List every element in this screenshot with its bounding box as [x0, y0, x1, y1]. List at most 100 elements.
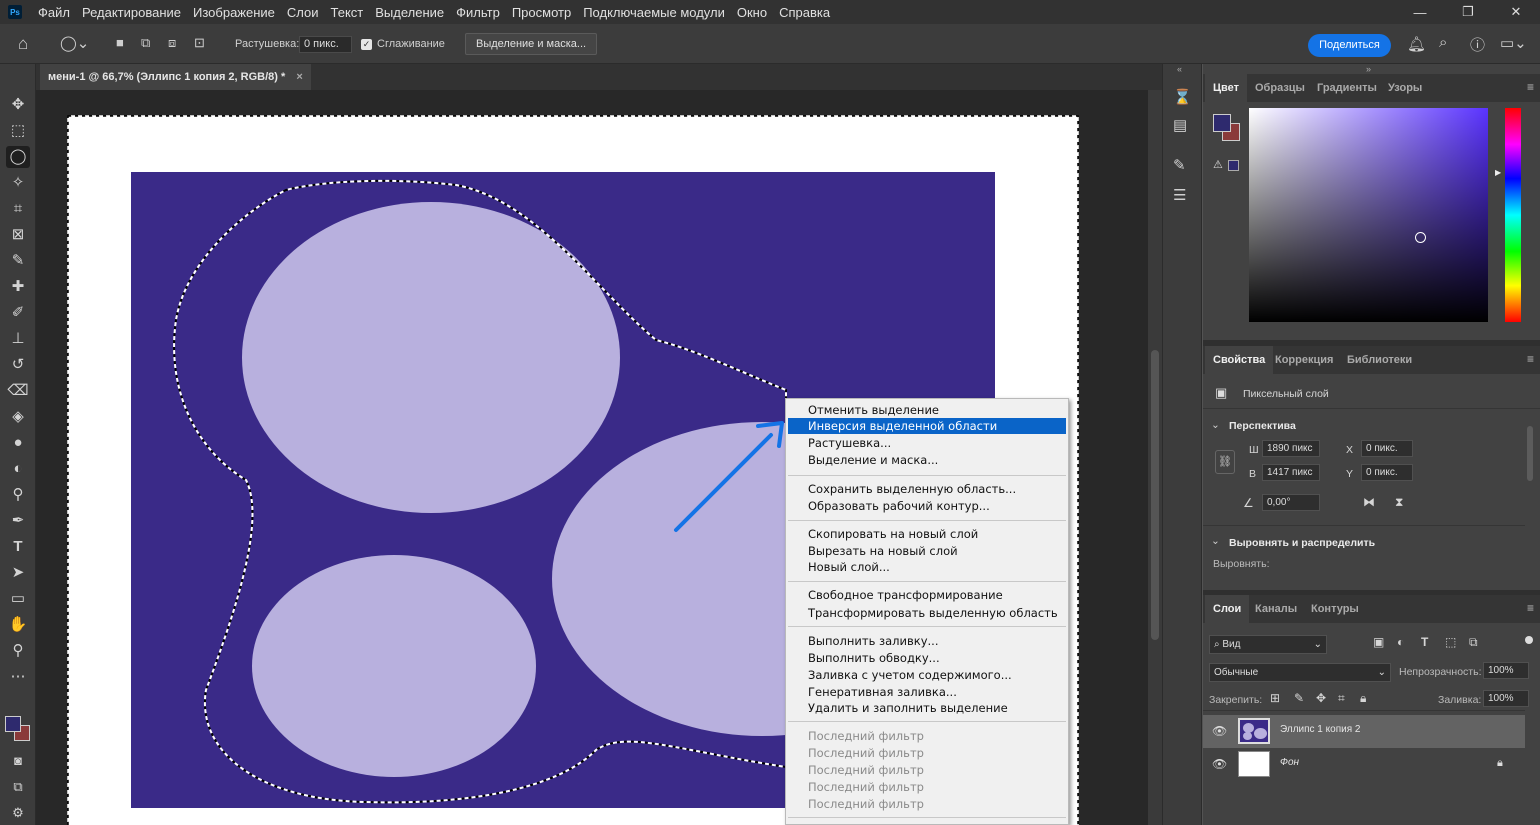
menu-feather[interactable]: Растушевка...	[788, 435, 1066, 451]
lock-pixels-icon[interactable]: ✎	[1294, 691, 1304, 705]
visibility-eye-icon[interactable]: 👁︎	[1212, 724, 1227, 738]
home-icon[interactable]: ⌂	[18, 34, 28, 54]
adjustments-panel-icon[interactable]: ☰	[1173, 186, 1186, 204]
lock-transparent-icon[interactable]: ⊞	[1270, 691, 1280, 705]
dodge-tool-icon[interactable]: ◐	[6, 458, 30, 480]
menu-plugins[interactable]: Подключаемые модули	[577, 5, 731, 20]
scrollbar-thumb[interactable]	[1151, 350, 1159, 640]
menu-deselect[interactable]: Отменить выделение	[788, 402, 1066, 418]
menu-select[interactable]: Выделение	[369, 5, 450, 20]
menu-save-selection[interactable]: Сохранить выделенную область...	[788, 481, 1066, 497]
hue-slider[interactable]	[1505, 108, 1521, 322]
menu-image[interactable]: Изображение	[187, 5, 281, 20]
eyedropper-icon[interactable]: ✎	[6, 250, 30, 272]
workspace-icon[interactable]: ▭⌄	[1500, 34, 1527, 52]
lock-artboard-icon[interactable]: ⌗	[1338, 691, 1345, 706]
antialias-checkbox[interactable]: ✓	[361, 39, 372, 50]
filter-smart-object-icon[interactable]: ⧉	[1469, 635, 1478, 650]
vertical-scrollbar[interactable]	[1148, 90, 1162, 825]
link-icon[interactable]: ⛓	[1215, 450, 1235, 474]
extra-tool-icon[interactable]: ⚙	[6, 802, 30, 824]
panel-menu-icon[interactable]: ≡	[1527, 80, 1534, 94]
path-select-icon[interactable]: ➤	[6, 562, 30, 584]
marquee-tool-icon[interactable]: ⬚	[6, 120, 30, 142]
tab-libraries[interactable]: Библиотеки	[1339, 346, 1420, 374]
lasso-tool-icon[interactable]: ◯	[6, 146, 30, 168]
more-tools-icon[interactable]: ⋯	[6, 666, 30, 688]
menu-window[interactable]: Окно	[731, 5, 773, 20]
menu-fill[interactable]: Выполнить заливку...	[788, 633, 1066, 649]
add-selection-icon[interactable]: ⧉	[141, 35, 150, 51]
angle-input[interactable]: 0,00°	[1262, 494, 1320, 511]
close-window-button[interactable]: ✕	[1492, 0, 1540, 24]
filter-pixel-icon[interactable]: ▣	[1373, 635, 1384, 649]
filter-toggle-icon[interactable]	[1525, 636, 1533, 644]
select-and-mask-button[interactable]: Выделение и маска...	[465, 33, 598, 55]
brush-settings-icon[interactable]: ✎	[1173, 156, 1186, 174]
tab-swatches[interactable]: Образцы	[1247, 74, 1313, 102]
move-tool-icon[interactable]: ✥	[6, 94, 30, 116]
new-selection-icon[interactable]: ■	[116, 35, 124, 50]
menu-help[interactable]: Справка	[773, 5, 836, 20]
gamut-color-chip[interactable]	[1228, 160, 1239, 171]
menu-content-aware-fill[interactable]: Заливка с учетом содержимого...	[788, 667, 1066, 683]
lasso-preset-icon[interactable]: ◯⌄	[60, 34, 89, 52]
filter-shape-icon[interactable]: ⬚	[1445, 635, 1456, 649]
intersect-selection-icon[interactable]: ⊡	[194, 35, 205, 51]
tab-gradients[interactable]: Градиенты	[1309, 74, 1385, 102]
menu-edit[interactable]: Редактирование	[76, 5, 187, 20]
color-picker-field[interactable]	[1249, 108, 1488, 322]
screen-mode-icon[interactable]: ⧉	[6, 776, 30, 798]
x-input[interactable]: 0 пикс.	[1361, 440, 1413, 457]
layer-row[interactable]: 👁︎ Фон 🔒︎	[1203, 748, 1525, 781]
flip-vertical-icon[interactable]: ⧗	[1395, 495, 1403, 510]
align-section-title[interactable]: Выровнять и распределить	[1229, 537, 1375, 549]
menu-filter[interactable]: Фильтр	[450, 5, 506, 20]
help-icon[interactable]: ⓘ	[1470, 34, 1485, 55]
hue-slider-handle[interactable]: ▶	[1495, 168, 1501, 177]
crop-tool-icon[interactable]: ⌗	[6, 198, 30, 220]
hand-tool-icon[interactable]: ✋	[6, 614, 30, 636]
comments-panel-icon[interactable]: ▤	[1173, 116, 1187, 134]
flip-horizontal-icon[interactable]: ⧓	[1363, 495, 1375, 509]
minimize-button[interactable]: —	[1396, 0, 1444, 24]
healing-brush-icon[interactable]: ✚	[6, 276, 30, 298]
panel-menu-icon[interactable]: ≡	[1527, 601, 1534, 615]
tab-color[interactable]: Цвет	[1205, 74, 1248, 102]
menu-inverse-selection[interactable]: Инверсия выделенной области	[788, 418, 1066, 434]
tab-channels[interactable]: Каналы	[1247, 595, 1305, 623]
filter-type-icon[interactable]: T	[1421, 635, 1428, 649]
color-picker-cursor[interactable]	[1415, 232, 1426, 243]
menu-stroke[interactable]: Выполнить обводку...	[788, 650, 1066, 666]
tab-paths[interactable]: Контуры	[1303, 595, 1367, 623]
type-tool-icon[interactable]: T	[6, 536, 30, 558]
menu-transform-selection[interactable]: Трансформировать выделенную область	[788, 605, 1066, 621]
eraser-tool-icon[interactable]: ⌫	[6, 380, 30, 402]
subtract-selection-icon[interactable]: ⧈	[168, 35, 176, 51]
blend-mode-select[interactable]: Обычные ⌄	[1209, 663, 1391, 682]
menu-new-layer[interactable]: Новый слой...	[788, 559, 1066, 575]
lock-position-icon[interactable]: ✥	[1316, 691, 1326, 705]
search-icon[interactable]: ⌕	[1439, 34, 1447, 51]
perspective-section-title[interactable]: Перспектива	[1229, 420, 1296, 432]
menu-make-work-path[interactable]: Образовать рабочий контур...	[788, 498, 1066, 514]
quick-mask-icon[interactable]: ◙	[6, 750, 30, 772]
opacity-input[interactable]: 100%	[1483, 662, 1529, 679]
zoom-smudge-icon[interactable]: ⚲	[6, 484, 30, 506]
tab-patterns[interactable]: Узоры	[1380, 74, 1430, 102]
menu-generative-fill[interactable]: Генеративная заливка...	[788, 684, 1066, 700]
height-input[interactable]: 1417 пикс	[1262, 464, 1320, 481]
filter-adjustment-icon[interactable]: ◐	[1397, 635, 1404, 649]
fg-color-chip[interactable]	[1213, 114, 1231, 132]
tab-adjustments[interactable]: Коррекция	[1267, 346, 1341, 374]
brush-tool-icon[interactable]: ✐	[6, 302, 30, 324]
foreground-color-swatch[interactable]	[5, 716, 21, 732]
panel-menu-icon[interactable]: ≡	[1527, 352, 1534, 366]
fill-input[interactable]: 100%	[1483, 690, 1529, 707]
lock-all-icon[interactable]: 🔒︎	[1360, 691, 1366, 706]
menu-select-and-mask[interactable]: Выделение и маска...	[788, 452, 1066, 468]
tab-layers[interactable]: Слои	[1205, 595, 1250, 623]
layer-filter-select[interactable]: ⌕ Вид ⌄	[1209, 635, 1327, 654]
chevron-down-icon[interactable]: ⌄	[1211, 419, 1220, 431]
share-button[interactable]: Поделиться	[1308, 34, 1391, 57]
